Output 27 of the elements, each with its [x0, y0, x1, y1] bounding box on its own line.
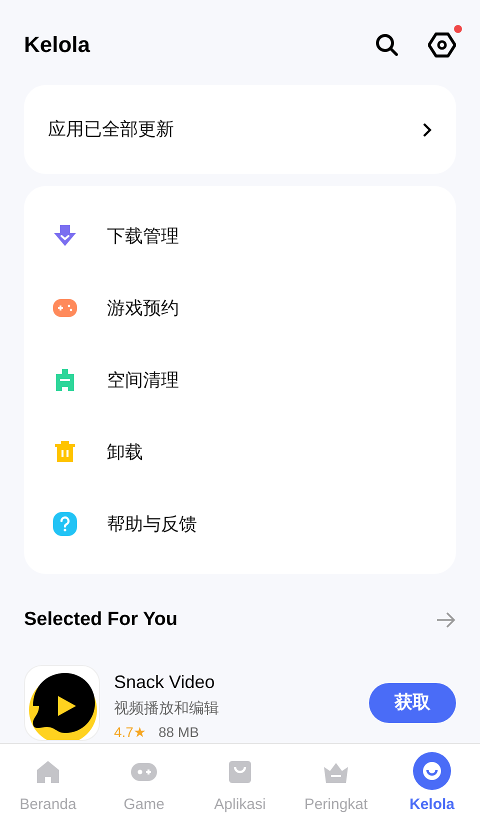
- app-name: Snack Video: [114, 670, 216, 694]
- app-rating: 4.7★: [114, 723, 146, 742]
- page-title: Kelola: [24, 31, 92, 59]
- menu-item[interactable]: 卸载: [24, 416, 456, 488]
- smiley-icon: [413, 752, 451, 790]
- section-title: Selected For You: [24, 608, 178, 632]
- update-status-text: 应用已全部更新: [48, 118, 175, 141]
- update-card[interactable]: 应用已全部更新: [24, 85, 456, 174]
- menu-item[interactable]: 游戏预约: [24, 272, 456, 344]
- search-button[interactable]: [374, 32, 400, 58]
- get-button[interactable]: 获取: [369, 682, 456, 722]
- nav-tab[interactable]: Kelola: [384, 744, 480, 826]
- menu-item[interactable]: 空间清理: [24, 344, 456, 416]
- app-icon: [24, 664, 100, 740]
- search-icon: [374, 32, 400, 58]
- settings-icon: [428, 30, 456, 58]
- menu-item-label: 卸载: [107, 440, 143, 464]
- menu-item-label: 帮助与反馈: [107, 512, 197, 536]
- menu-item-label: 下载管理: [107, 224, 179, 248]
- menu-item[interactable]: 帮助与反馈: [24, 488, 456, 560]
- app-category: 视频播放和编辑: [114, 698, 220, 718]
- menu-item[interactable]: 下载管理: [24, 200, 456, 272]
- chevron-right-icon: [422, 122, 432, 138]
- arrow-right-icon[interactable]: [436, 612, 456, 628]
- menu-item-label: 游戏预约: [107, 296, 179, 320]
- menu-item-label: 空间清理: [107, 368, 179, 392]
- app-size: 88 MB: [158, 723, 199, 742]
